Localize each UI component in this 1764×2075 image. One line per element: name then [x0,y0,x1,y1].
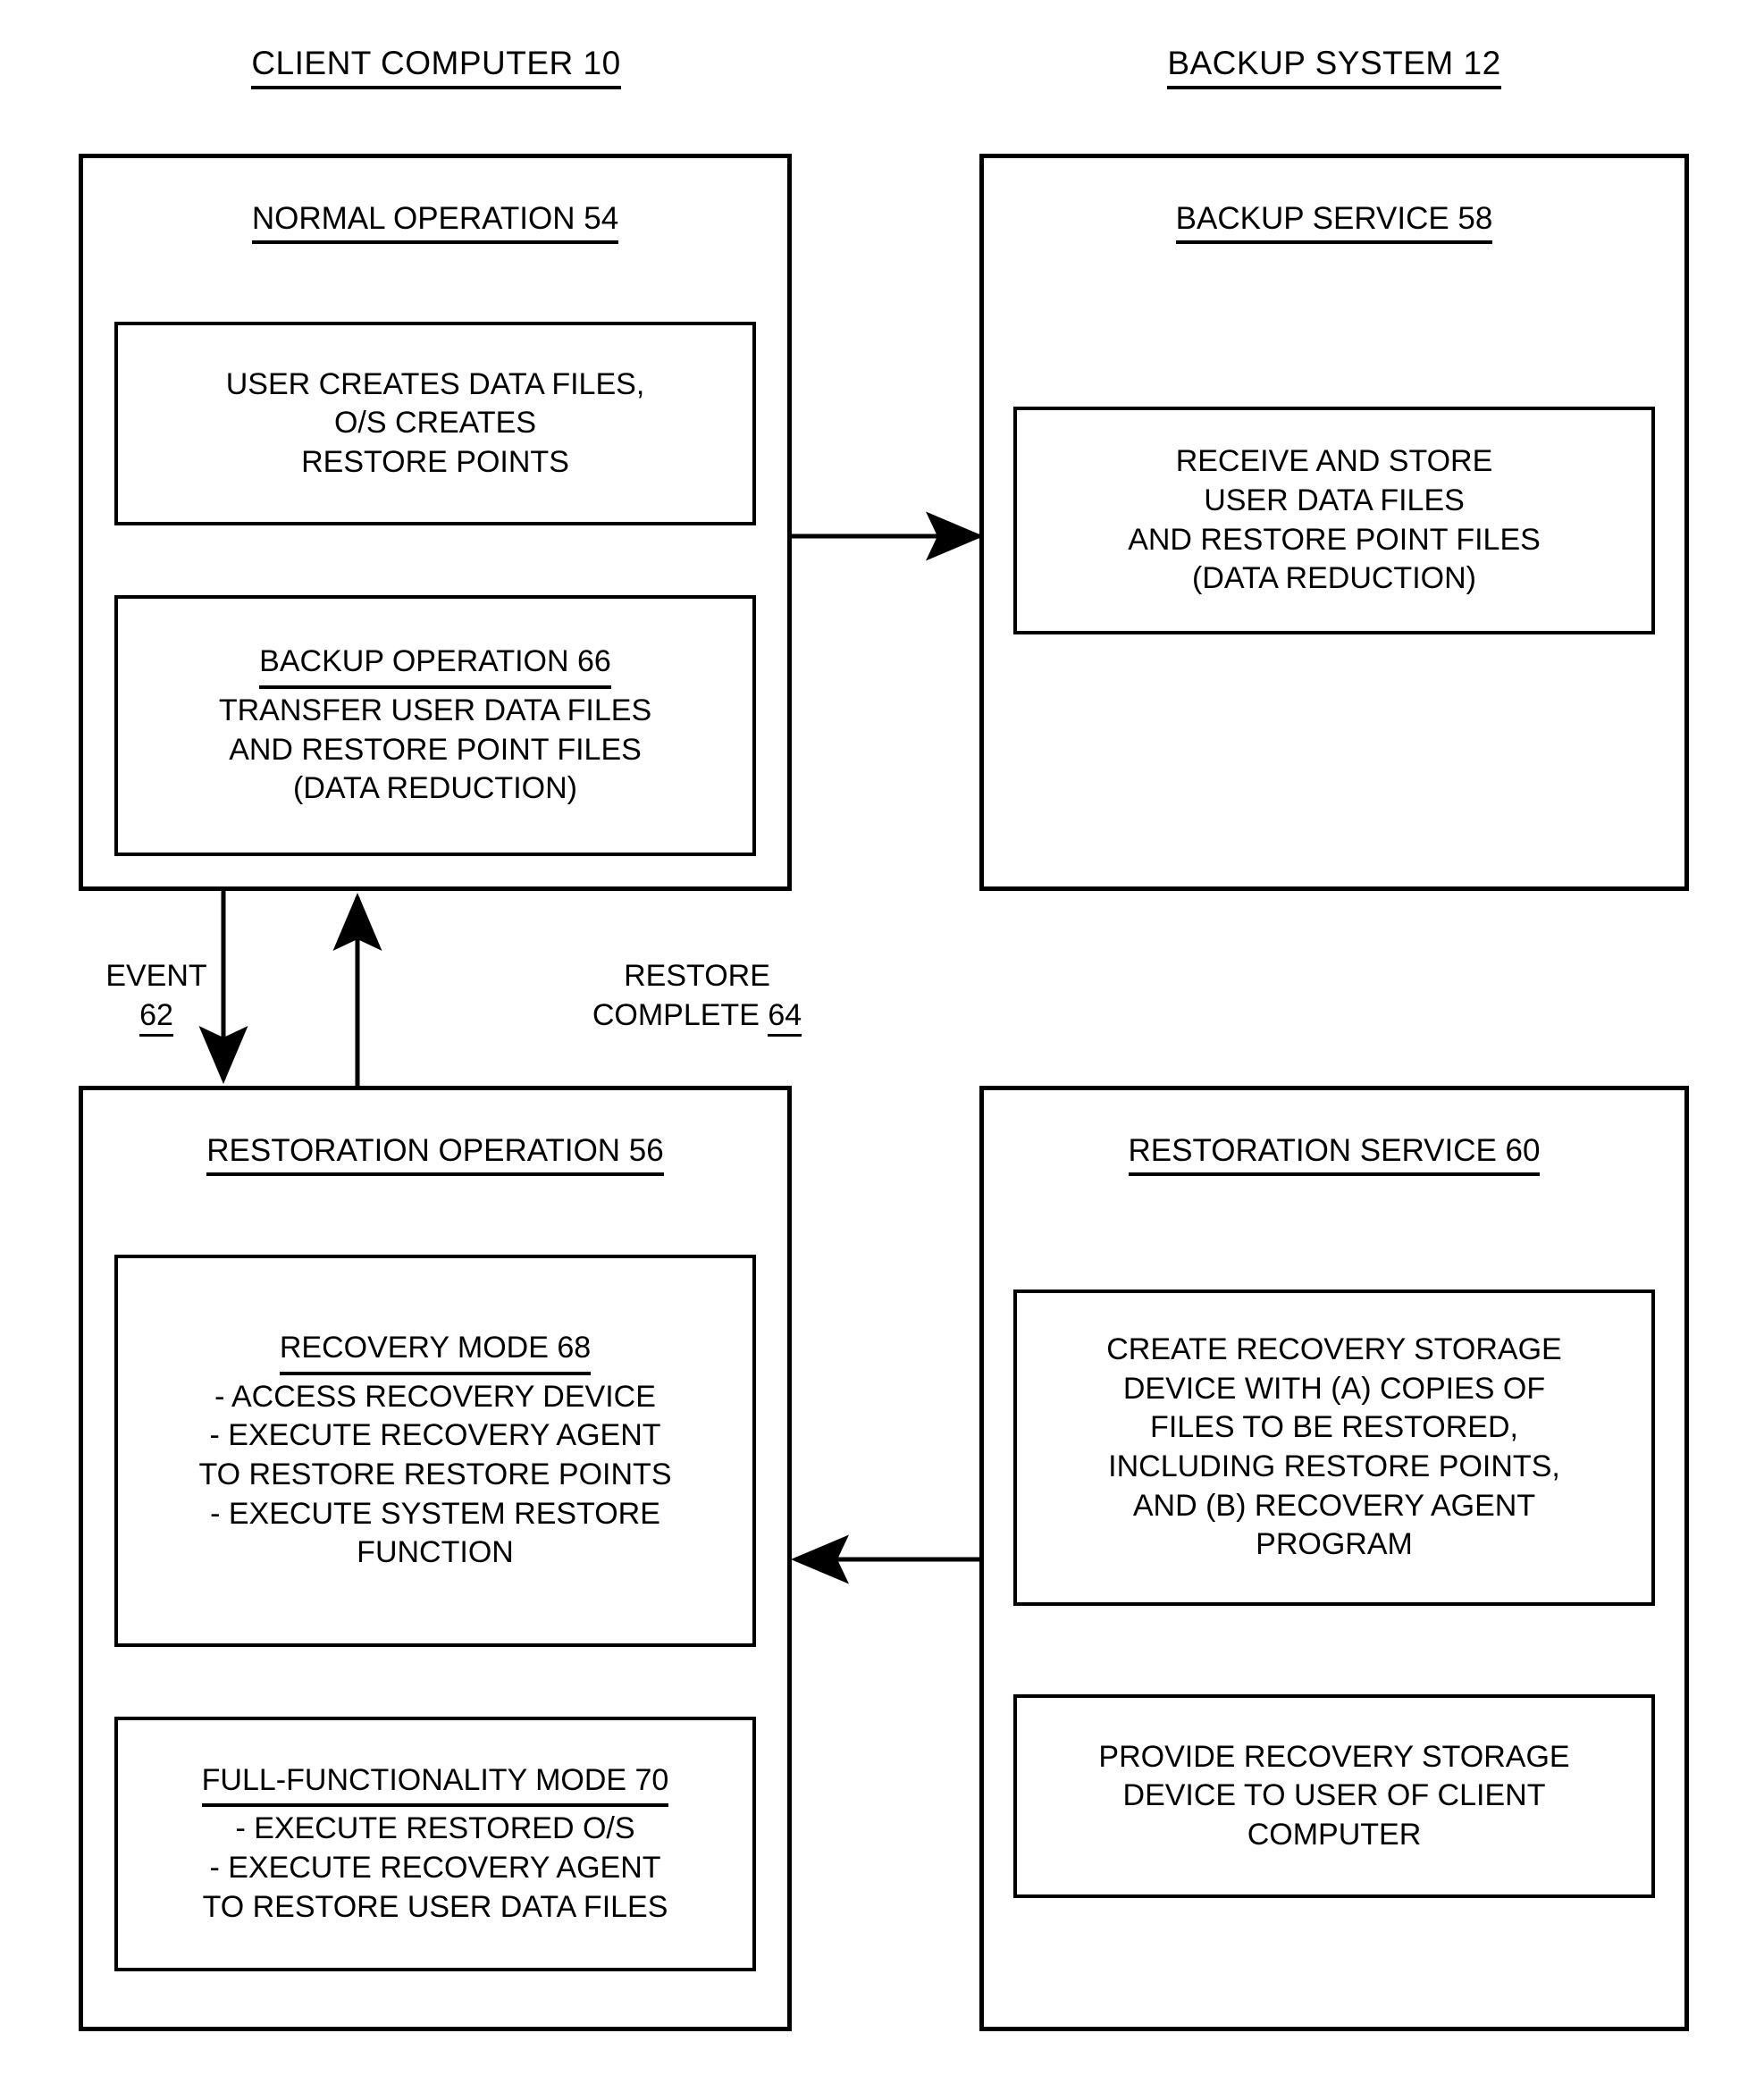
step-recovery-mode-line-1: - ACCESS RECOVERY DEVICE [214,1379,656,1414]
flow-label-restore-complete-line-2: COMPLETE [592,998,769,1033]
step-provide-recovery-device-line-3: COMPUTER [1247,1817,1422,1852]
step-create-recovery-device-line-3: FILES TO BE RESTORED, [1150,1410,1518,1445]
step-user-creates-line-3: RESTORE POINTS [301,444,569,479]
step-create-recovery-device-line-6: PROGRAM [1256,1527,1413,1562]
step-full-functionality-mode-header: FULL-FUNCTIONALITY MODE 70 [201,1761,669,1808]
step-create-recovery-device-line-5: AND (B) RECOVERY AGENT [1132,1488,1536,1523]
step-create-recovery-device-line-4: INCLUDING RESTORE POINTS, [1108,1449,1560,1483]
flow-label-restore-complete-ref: 64 [768,998,802,1038]
group-normal-operation-title-label: NORMAL OPERATION 54 [251,201,619,244]
step-full-functionality-mode-line-1: - EXECUTE RESTORED O/S [235,1811,635,1846]
step-provide-recovery-device-line-1: PROVIDE RECOVERY STORAGE [1098,1739,1570,1774]
step-full-functionality-mode: FULL-FUNCTIONALITY MODE 70 - EXECUTE RES… [114,1717,756,1971]
step-backup-operation-line-3: (DATA REDUCTION) [293,771,577,806]
step-user-creates-line-1: USER CREATES DATA FILES, [225,366,645,401]
flow-label-event-ref: 62 [139,998,173,1038]
group-restoration-service-title-label: RESTORATION SERVICE 60 [1128,1133,1541,1176]
flow-label-restore-complete-line-1: RESTORE [624,959,770,993]
step-backup-operation-line-2: AND RESTORE POINT FILES [229,732,642,767]
step-recovery-mode-line-3: TO RESTORE RESTORE POINTS [198,1458,672,1491]
step-recovery-mode-header: RECOVERY MODE 68 [279,1329,592,1375]
step-recovery-mode: RECOVERY MODE 68 - ACCESS RECOVERY DEVIC… [114,1255,756,1647]
step-full-functionality-mode-line-2: - EXECUTE RECOVERY AGENT [209,1851,661,1885]
column-heading-client-computer-label: CLIENT COMPUTER 10 [251,45,621,89]
step-recovery-mode-line-5: FUNCTION [357,1535,514,1570]
column-heading-backup-system-label: BACKUP SYSTEM 12 [1167,45,1501,89]
step-receive-and-store: RECEIVE AND STORE USER DATA FILES AND RE… [1013,407,1655,634]
group-backup-service-title-label: BACKUP SERVICE 58 [1175,201,1493,244]
step-create-recovery-storage-device: CREATE RECOVERY STORAGE DEVICE WITH (A) … [1013,1290,1655,1606]
column-heading-client-computer: CLIENT COMPUTER 10 [79,45,794,89]
step-full-functionality-mode-line-3: TO RESTORE USER DATA FILES [202,1889,668,1924]
step-create-recovery-device-line-2: DEVICE WITH (A) COPIES OF [1122,1371,1546,1406]
step-receive-and-store-line-4: (DATA REDUCTION) [1192,561,1476,596]
step-user-creates-data-files: USER CREATES DATA FILES, O/S CREATES RES… [114,322,756,525]
step-receive-and-store-line-3: AND RESTORE POINT FILES [1128,522,1541,557]
step-backup-operation: BACKUP OPERATION 66 TRANSFER USER DATA F… [114,595,756,856]
step-provide-recovery-device-line-2: DEVICE TO USER OF CLIENT [1122,1778,1546,1813]
diagram-canvas: CLIENT COMPUTER 10 BACKUP SYSTEM 12 NORM… [0,0,1764,2075]
step-receive-and-store-line-2: USER DATA FILES [1204,483,1465,517]
flow-label-event-line-1: EVENT [105,959,207,993]
flow-label-restore-complete: RESTORE COMPLETE 64 [554,956,840,1038]
step-receive-and-store-line-1: RECEIVE AND STORE [1175,444,1493,479]
step-recovery-mode-line-4: - EXECUTE SYSTEM RESTORE [210,1496,660,1531]
step-backup-operation-header: BACKUP OPERATION 66 [259,643,611,689]
column-heading-backup-system: BACKUP SYSTEM 12 [979,45,1689,89]
step-create-recovery-device-line-1: CREATE RECOVERY STORAGE [1106,1332,1562,1367]
step-recovery-mode-line-2: - EXECUTE RECOVERY AGENT [209,1418,661,1453]
step-backup-operation-line-1: TRANSFER USER DATA FILES [218,693,652,727]
group-backup-service-title: BACKUP SERVICE 58 [984,201,1684,244]
group-normal-operation-title: NORMAL OPERATION 54 [83,201,787,244]
group-restoration-operation-title: RESTORATION OPERATION 56 [83,1133,787,1176]
flow-label-event: EVENT 62 [89,956,223,1038]
group-restoration-operation-title-label: RESTORATION OPERATION 56 [206,1133,664,1176]
step-user-creates-line-2: O/S CREATES [333,406,537,441]
step-provide-recovery-storage-device: PROVIDE RECOVERY STORAGE DEVICE TO USER … [1013,1694,1655,1898]
group-restoration-service-title: RESTORATION SERVICE 60 [984,1133,1684,1176]
